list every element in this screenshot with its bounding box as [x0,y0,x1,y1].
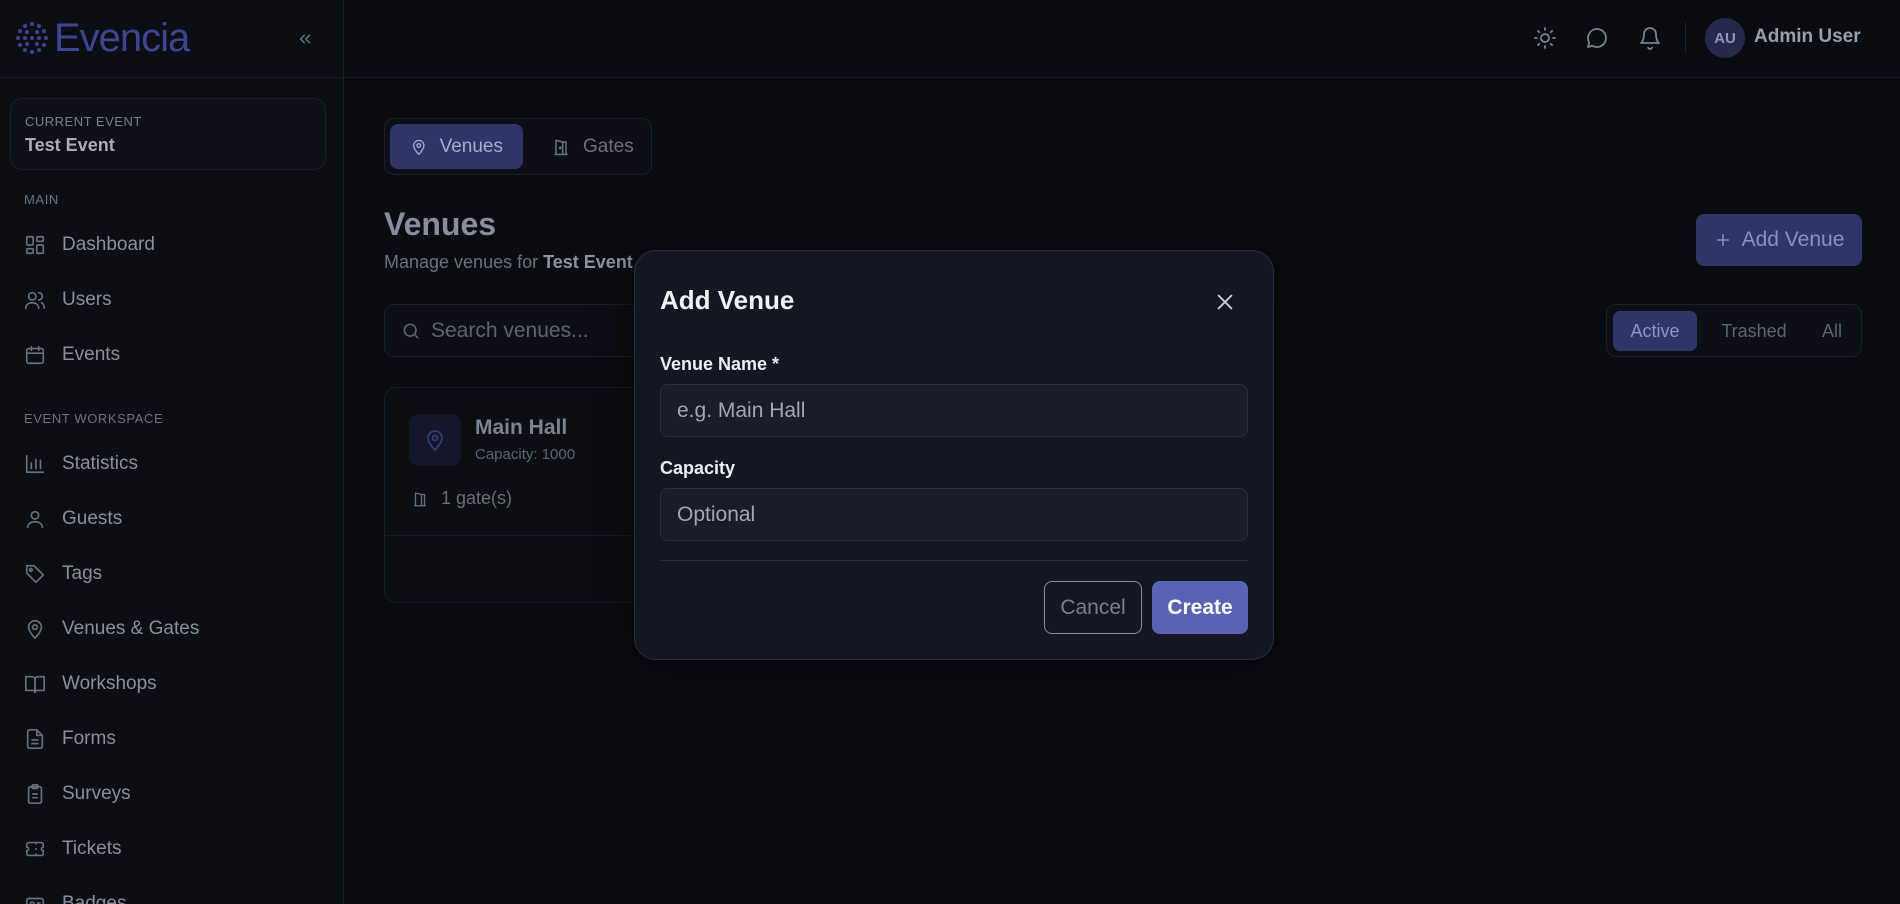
messages-button[interactable] [1585,26,1609,50]
map-pin-icon [413,139,425,155]
venue-name: Main Hall [475,416,568,439]
tab-venues[interactable]: Venues [390,124,523,169]
door-icon [414,491,426,506]
logo-dots-icon [16,22,48,54]
map-pin-icon [27,619,43,640]
sidebar-item-events[interactable]: Events [24,340,120,370]
add-venue-label: Add Venue [1741,228,1845,251]
dialog-divider [660,560,1248,561]
sidebar-item-statistics[interactable]: Statistics [24,449,138,479]
sidebar-item-label: Workshops [62,673,157,694]
top-bar [344,0,1900,78]
filter-all[interactable]: All [1807,311,1857,351]
sidebar-item-label: Surveys [62,783,131,804]
user-name[interactable]: Admin User [1754,26,1861,48]
filter-active[interactable]: Active [1613,311,1697,351]
plus-icon [1716,234,1729,246]
sidebar-item-tags[interactable]: Tags [24,559,102,589]
sidebar-item-venues-gates[interactable]: Venues & Gates [24,614,199,644]
sidebar-item-label: Users [62,289,112,310]
venue-icon [409,414,461,466]
notifications-button[interactable] [1638,26,1662,50]
sidebar-item-label: Tickets [62,838,122,859]
sidebar-item-label: Forms [62,728,116,749]
tab-label: Gates [583,135,634,157]
sidebar-item-label: Statistics [62,453,139,474]
sidebar: Evencia CURRENT EVENT Test Event MAIN Da… [0,0,344,904]
collapse-sidebar-button[interactable] [292,26,318,52]
section-title-main: MAIN [24,192,59,207]
gates-label: 1 gate(s) [441,488,513,508]
create-button[interactable]: Create [1152,581,1248,634]
venue-name-input[interactable] [661,385,1247,436]
capacity-label: Capacity [660,458,736,478]
app-name: Evencia [54,16,190,60]
bar-chart-icon [25,454,45,474]
sun-icon [1534,27,1556,49]
sidebar-item-users[interactable]: Users [24,285,112,315]
venue-gates-count: 1 gate(s) [411,488,512,509]
close-icon [1217,294,1233,310]
ticket-icon [25,841,45,857]
capacity-field-wrapper [660,488,1248,541]
file-text-icon [26,729,44,749]
map-pin-icon [427,430,443,452]
sidebar-item-workshops[interactable]: Workshops [24,669,157,699]
sidebar-item-dashboard[interactable]: Dashboard [24,230,155,260]
subtitle-event-name: Test Event [543,252,633,272]
sidebar-header: Evencia [0,0,343,78]
sidebar-item-label: Venues & Gates [62,618,200,639]
add-venue-button[interactable]: Add Venue [1696,214,1862,266]
door-icon [554,139,568,155]
sidebar-item-label: Badges [62,893,127,904]
current-event-name: Test Event [25,135,115,155]
current-event-label: CURRENT EVENT [25,114,142,129]
section-title-event-workspace: EVENT WORKSPACE [24,411,164,426]
sidebar-item-badges[interactable]: Badges [24,889,126,904]
status-filter: Active Trashed All [1606,304,1862,357]
add-venue-dialog: Add Venue Venue Name * Capacity Cancel C… [634,250,1274,660]
tab-gates[interactable]: Gates [531,124,654,169]
capacity-input[interactable] [661,489,1247,540]
bell-icon [1640,27,1660,50]
tag-icon [25,564,45,584]
dashboard-icon [25,235,45,255]
users-icon [25,291,45,310]
sidebar-item-tickets[interactable]: Tickets [24,834,121,864]
chevrons-left-icon [299,34,311,44]
page-subtitle: Manage venues for Test Event [384,252,633,273]
avatar[interactable]: AU [1705,18,1745,58]
venue-gate-tabs: Venues Gates [384,118,652,175]
theme-toggle-button[interactable] [1533,26,1557,50]
badge-icon [25,897,45,904]
page-title: Venues [384,206,497,242]
filter-trashed[interactable]: Trashed [1709,311,1799,351]
book-icon [25,675,45,694]
sidebar-item-guests[interactable]: Guests [24,504,122,534]
message-circle-icon [1587,28,1607,48]
sidebar-item-forms[interactable]: Forms [24,724,116,754]
topbar-divider [1685,22,1686,54]
cancel-button[interactable]: Cancel [1044,581,1142,634]
user-icon [26,510,44,529]
calendar-icon [25,345,45,365]
venue-name-field-wrapper [660,384,1248,437]
sidebar-item-label: Tags [62,563,103,584]
venue-capacity: Capacity: 1000 [475,446,576,463]
sidebar-item-label: Dashboard [62,234,155,255]
search-icon [403,323,419,339]
sidebar-item-label: Guests [62,508,123,529]
tab-label: Venues [439,135,503,157]
close-dialog-button[interactable] [1210,287,1240,317]
subtitle-prefix: Manage venues for [384,252,544,272]
clipboard-icon [27,784,43,804]
dialog-title: Add Venue [660,285,795,315]
app-logo[interactable]: Evencia [14,16,190,60]
sidebar-item-label: Events [62,344,121,365]
sidebar-item-surveys[interactable]: Surveys [24,779,131,809]
current-event-selector[interactable]: CURRENT EVENT Test Event [10,98,326,170]
venue-name-label: Venue Name * [660,354,780,374]
